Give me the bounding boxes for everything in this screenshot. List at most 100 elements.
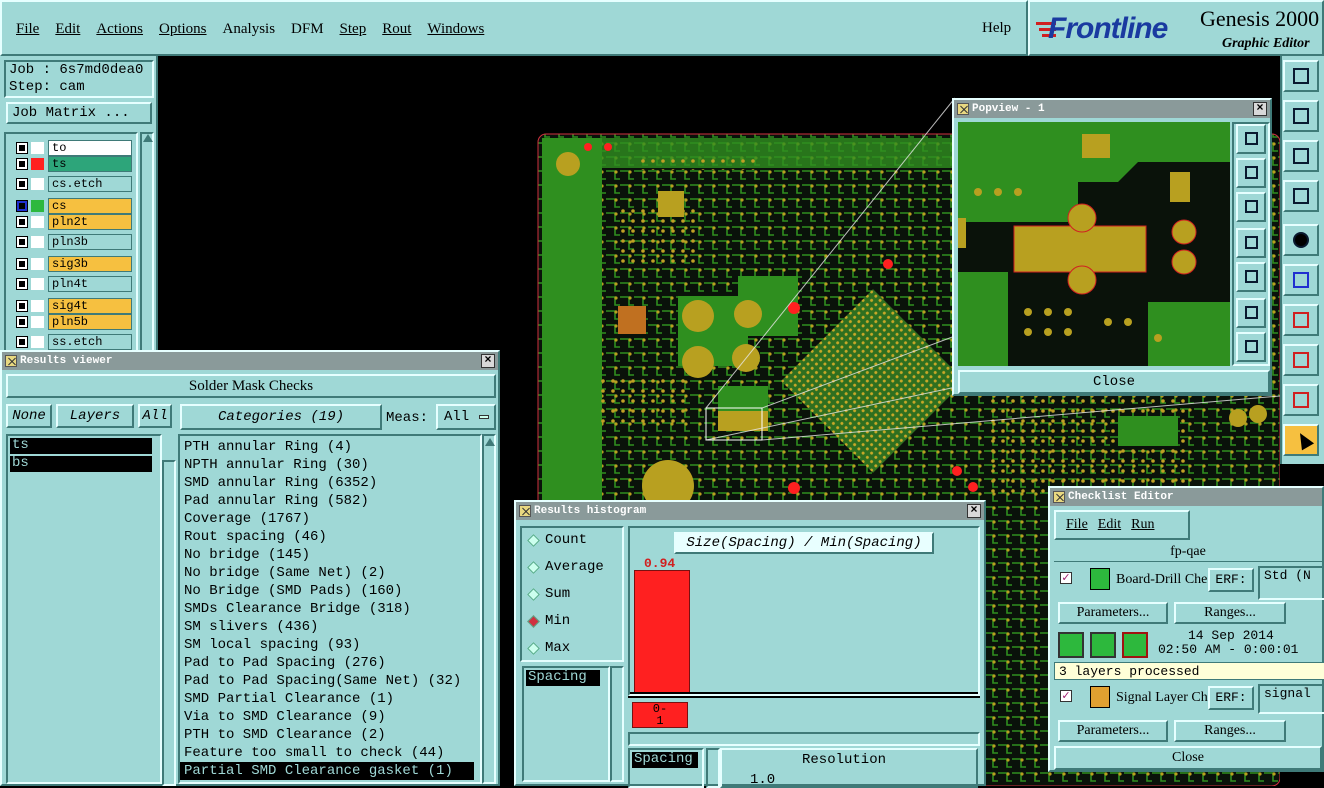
none-button[interactable]: None	[6, 404, 52, 428]
layer-name[interactable]: pln4t	[48, 276, 132, 292]
layer-item-bs[interactable]: bs	[10, 456, 152, 472]
fit-screen-button[interactable]	[1283, 140, 1319, 172]
layer-checkbox-icon[interactable]	[16, 142, 28, 154]
popview-zoom-out-button[interactable]	[1236, 332, 1266, 362]
checklist-menu-edit[interactable]: Edit	[1098, 517, 1121, 532]
triangle-tool-button[interactable]	[1283, 384, 1319, 416]
menu-file[interactable]: File	[16, 21, 39, 37]
measure-list-scrollbar[interactable]	[610, 666, 624, 782]
menu-step[interactable]: Step	[340, 21, 367, 37]
layer-checkbox-icon[interactable]	[16, 316, 28, 328]
layer-row[interactable]: cs	[14, 198, 134, 214]
popview-pan-right-button[interactable]	[1236, 262, 1266, 292]
menu-rout[interactable]: Rout	[382, 21, 411, 37]
category-item[interactable]: SMDs Clearance Bridge (318)	[180, 600, 480, 618]
category-item[interactable]: Pad annular Ring (582)	[180, 492, 480, 510]
layer-color-swatch[interactable]	[31, 200, 44, 212]
menu-edit[interactable]: Edit	[55, 21, 80, 37]
layer-row[interactable]: ss.etch	[14, 334, 134, 350]
popview-canvas[interactable]	[958, 122, 1230, 366]
layer-name[interactable]: sig4t	[48, 298, 132, 314]
all-button[interactable]: All	[138, 404, 172, 428]
layer-name[interactable]: cs	[48, 198, 132, 214]
menu-dfm[interactable]: DFM	[291, 21, 324, 37]
histogram-bar[interactable]	[634, 570, 690, 694]
popview-pan-up-button[interactable]	[1236, 158, 1266, 188]
layer-checkbox-icon[interactable]	[16, 216, 28, 228]
select-feature-button[interactable]	[1283, 224, 1319, 256]
category-item[interactable]: Via to SMD Clearance (9)	[180, 708, 480, 726]
pointer-button[interactable]	[1283, 424, 1319, 456]
settings-tool-button[interactable]	[1283, 180, 1319, 212]
run-check-error-icon[interactable]	[1122, 632, 1148, 658]
erf-button-1[interactable]: ERF:	[1208, 568, 1254, 592]
layer-color-swatch[interactable]	[31, 336, 44, 348]
layer-row[interactable]: to	[14, 140, 134, 156]
category-item[interactable]: SM slivers (436)	[180, 618, 480, 636]
layer-checkbox-icon[interactable]	[16, 336, 28, 348]
layer-color-swatch[interactable]	[31, 316, 44, 328]
category-item[interactable]: Feature too small to check (44)	[180, 744, 480, 762]
layer-name[interactable]: sig3b	[48, 256, 132, 272]
popview-pan-down-button[interactable]	[1236, 192, 1266, 222]
layer-name[interactable]: pln5b	[48, 314, 132, 330]
layer-row[interactable]: pln3b	[14, 234, 134, 250]
run-check-all-icon[interactable]	[1090, 632, 1116, 658]
categories-button[interactable]: Categories (19)	[180, 404, 382, 430]
window-menu-icon[interactable]	[5, 355, 17, 367]
category-item[interactable]: No Bridge (SMD Pads) (160)	[180, 582, 480, 600]
ranges-button-2[interactable]: Ranges...	[1174, 720, 1286, 742]
close-icon[interactable]: ×	[967, 504, 981, 518]
layer-row[interactable]: pln5b	[14, 314, 134, 330]
layer-name[interactable]: to	[48, 140, 132, 156]
category-item[interactable]: Pad to Pad Spacing (276)	[180, 654, 480, 672]
menu-analysis[interactable]: Analysis	[223, 21, 276, 37]
checklist-menu-run[interactable]: Run	[1131, 517, 1154, 532]
histogram-bin[interactable]: 0- 1	[632, 702, 688, 728]
layer-name[interactable]: ts	[48, 156, 132, 172]
layer-list-scrollbar[interactable]	[140, 132, 154, 356]
layer-color-swatch[interactable]	[31, 216, 44, 228]
layer-row[interactable]: cs.etch	[14, 176, 134, 192]
popview-pan-left-button[interactable]	[1236, 228, 1266, 258]
menu-actions[interactable]: Actions	[96, 21, 143, 37]
checkbox-icon[interactable]: ✓	[1060, 572, 1072, 584]
layer-item-ts[interactable]: ts	[10, 438, 152, 454]
category-item[interactable]: SM local spacing (93)	[180, 636, 480, 654]
ranges-button-1[interactable]: Ranges...	[1174, 602, 1286, 624]
category-item[interactable]: Partial SMD Clearance gasket (1)	[180, 762, 474, 780]
layers-button[interactable]: Layers	[56, 404, 134, 428]
layer-name[interactable]: cs.etch	[48, 176, 132, 192]
checkbox-icon[interactable]: ✓	[1060, 690, 1072, 702]
layer-row[interactable]: pln4t	[14, 276, 134, 292]
menu-help[interactable]: Help	[982, 20, 1011, 37]
layer-name[interactable]: pln2t	[48, 214, 132, 230]
lower-scrollbar[interactable]	[706, 748, 720, 788]
results-layer-scrollbar[interactable]	[162, 460, 176, 786]
measure-item-spacing[interactable]: Spacing	[526, 670, 600, 686]
layer-checkbox-icon[interactable]	[16, 158, 28, 170]
run-check-icon[interactable]	[1058, 632, 1084, 658]
layer-checkbox-icon[interactable]	[16, 236, 28, 248]
net-button[interactable]	[1283, 264, 1319, 296]
menu-options[interactable]: Options	[159, 21, 207, 37]
window-menu-icon[interactable]	[1053, 491, 1065, 503]
window-menu-icon[interactable]	[957, 103, 969, 115]
erf-field-1[interactable]: Std (N	[1258, 566, 1324, 600]
popview-zoom-in-button[interactable]	[1236, 298, 1266, 328]
layer-color-swatch[interactable]	[31, 178, 44, 190]
close-icon[interactable]: ×	[1253, 102, 1267, 116]
layer-color-swatch[interactable]	[31, 300, 44, 312]
job-matrix-button[interactable]: Job Matrix ...	[6, 102, 152, 124]
layer-color-swatch[interactable]	[31, 158, 44, 170]
layer-checkbox-icon[interactable]	[16, 278, 28, 290]
layer-color-swatch[interactable]	[31, 142, 44, 154]
layer-name[interactable]: ss.etch	[48, 334, 132, 350]
category-item[interactable]: Coverage (1767)	[180, 510, 480, 528]
category-item[interactable]: NPTH annular Ring (30)	[180, 456, 480, 474]
histogram-h-scrollbar[interactable]	[628, 732, 980, 746]
measure-button[interactable]	[1283, 304, 1319, 336]
checklist-menu-file[interactable]: File	[1066, 517, 1088, 532]
layer-checkbox-icon[interactable]	[16, 200, 28, 212]
layer-row[interactable]: pln2t	[14, 214, 134, 230]
